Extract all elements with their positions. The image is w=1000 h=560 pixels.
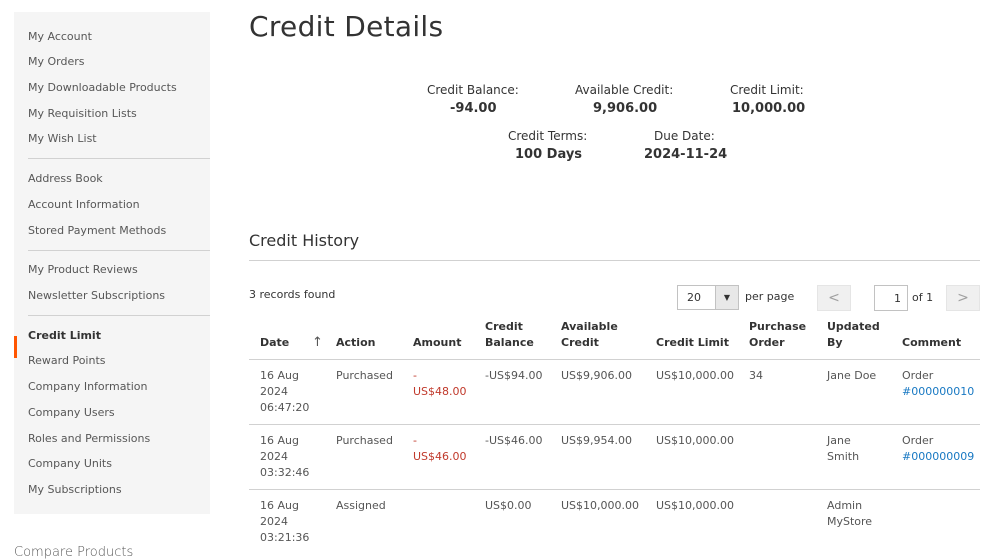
cell-available-credit: US$10,000.00 <box>561 499 640 512</box>
order-link[interactable]: #000000010 <box>902 384 974 400</box>
section-divider <box>249 260 980 261</box>
nav-my-requisition-lists[interactable]: My Requisition Lists <box>28 107 137 120</box>
nav-newsletter-subscriptions[interactable]: Newsletter Subscriptions <box>28 289 165 302</box>
cell-action: Purchased <box>336 434 393 447</box>
cell-credit-limit: US$10,000.00 <box>656 434 735 447</box>
order-link[interactable]: #000000009 <box>902 449 974 465</box>
nav-account-information[interactable]: Account Information <box>28 198 140 211</box>
active-indicator <box>14 336 17 358</box>
due-date-label: Due Date: <box>654 129 715 143</box>
row-divider <box>249 424 980 425</box>
cell-available-credit: US$9,954.00 <box>561 434 633 447</box>
nav-roles-and-permissions[interactable]: Roles and Permissions <box>28 432 150 445</box>
cell-credit-balance: US$0.00 <box>485 499 532 512</box>
column-header-action[interactable]: Action <box>336 335 375 351</box>
compare-products-title: Compare Products <box>14 545 134 560</box>
nav-divider <box>28 315 210 316</box>
cell-available-credit: US$9,906.00 <box>561 369 633 382</box>
credit-balance-value: -94.00 <box>450 101 497 116</box>
nav-company-units[interactable]: Company Units <box>28 457 112 470</box>
row-divider <box>249 489 980 490</box>
cell-action: Purchased <box>336 369 393 382</box>
page-number-input[interactable] <box>874 285 908 311</box>
nav-divider <box>28 250 210 251</box>
column-header-available-credit[interactable]: Available Credit <box>561 319 618 351</box>
nav-divider <box>28 158 210 159</box>
next-page-button[interactable]: > <box>946 285 980 311</box>
nav-my-product-reviews[interactable]: My Product Reviews <box>28 263 138 276</box>
cell-action: Assigned <box>336 499 386 512</box>
cell-credit-balance: -US$46.00 <box>485 434 543 447</box>
column-header-updated-by[interactable]: Updated By <box>827 319 880 351</box>
available-credit-value: 9,906.00 <box>593 101 658 116</box>
nav-address-book[interactable]: Address Book <box>28 172 103 185</box>
column-header-date[interactable]: Date <box>260 335 289 351</box>
cell-credit-limit: US$10,000.00 <box>656 499 735 512</box>
nav-my-orders[interactable]: My Orders <box>28 55 85 68</box>
previous-page-button[interactable]: < <box>817 285 851 311</box>
nav-my-wish-list[interactable]: My Wish List <box>28 132 97 145</box>
chevron-down-icon: ▼ <box>715 286 738 309</box>
due-date-value: 2024-11-24 <box>644 147 728 162</box>
cell-credit-limit: US$10,000.00 <box>656 369 735 382</box>
column-header-credit-balance[interactable]: Credit Balance <box>485 319 534 351</box>
credit-limit-label: Credit Limit: <box>730 83 804 97</box>
credit-balance-label: Credit Balance: <box>427 83 519 97</box>
nav-reward-points[interactable]: Reward Points <box>28 354 106 367</box>
per-page-value: 20 <box>687 291 701 304</box>
cell-updated-by: Jane Doe <box>827 369 877 382</box>
cell-updated-by: Jane Smith <box>827 434 860 463</box>
table-header-rule <box>249 359 980 360</box>
nav-company-information[interactable]: Company Information <box>28 380 148 393</box>
cell-amount: - US$48.00 <box>413 369 467 398</box>
cell-purchase-order: 34 <box>749 369 763 382</box>
column-header-comment[interactable]: Comment <box>902 335 961 351</box>
per-page-select[interactable]: 20 ▼ <box>677 285 739 310</box>
cell-date: 16 Aug 2024 03:21:36 <box>260 499 310 544</box>
cell-comment: Order #000000009 <box>902 434 975 465</box>
page-count: of 1 <box>912 291 934 304</box>
nav-my-account[interactable]: My Account <box>28 30 92 43</box>
cell-date: 16 Aug 2024 06:47:20 <box>260 369 310 414</box>
nav-credit-limit[interactable]: Credit Limit <box>28 329 101 342</box>
cell-credit-balance: -US$94.00 <box>485 369 543 382</box>
available-credit-label: Available Credit: <box>575 83 674 97</box>
credit-history-title: Credit History <box>249 231 360 250</box>
page-title: Credit Details <box>249 10 444 43</box>
nav-my-downloadable-products[interactable]: My Downloadable Products <box>28 81 177 94</box>
column-header-purchase-order[interactable]: Purchase Order <box>749 319 806 351</box>
nav-my-subscriptions[interactable]: My Subscriptions <box>28 483 122 496</box>
credit-limit-value: 10,000.00 <box>732 101 806 116</box>
cell-amount: - US$46.00 <box>413 434 467 463</box>
column-header-credit-limit[interactable]: Credit Limit <box>656 335 729 351</box>
nav-company-users[interactable]: Company Users <box>28 406 115 419</box>
per-page-label: per page <box>745 290 795 303</box>
credit-terms-label: Credit Terms: <box>508 129 588 143</box>
credit-terms-value: 100 Days <box>515 147 583 162</box>
records-found: 3 records found <box>249 288 336 301</box>
column-header-amount[interactable]: Amount <box>413 335 461 351</box>
account-sidebar: My Account My Orders My Downloadable Pro… <box>14 12 210 514</box>
sort-ascending-icon[interactable]: ↑ <box>312 335 323 350</box>
cell-date: 16 Aug 2024 03:32:46 <box>260 434 310 479</box>
nav-stored-payment-methods[interactable]: Stored Payment Methods <box>28 224 166 237</box>
cell-comment: Order #000000010 <box>902 369 975 400</box>
cell-updated-by: Admin MyStore <box>827 499 873 528</box>
